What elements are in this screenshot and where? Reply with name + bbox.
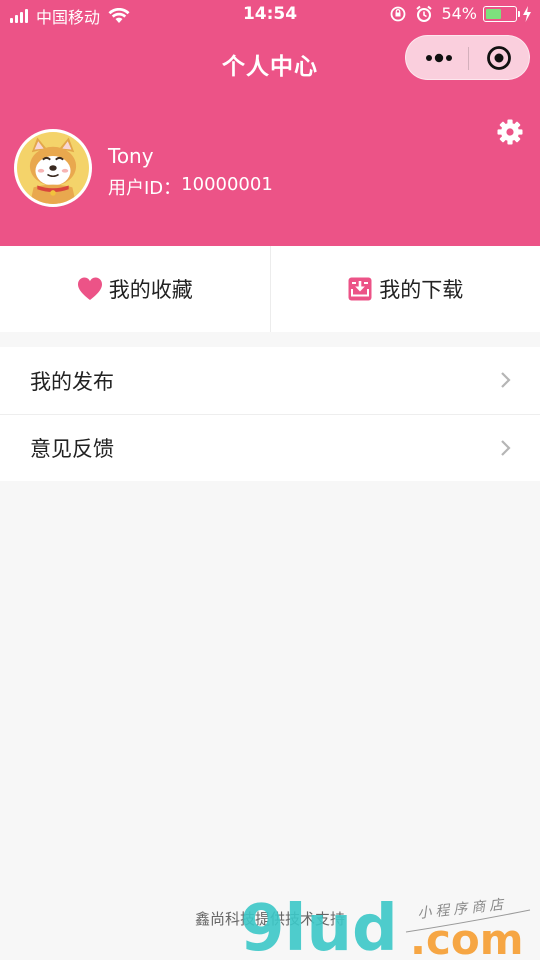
user-id: 用户ID： 10000001 (108, 174, 273, 200)
menu-item-label: 我的发布 (30, 369, 114, 394)
shiba-dog-avatar (17, 132, 89, 204)
menu-list: 我的发布 意见反馈 (0, 347, 540, 481)
more-dots-icon[interactable] (424, 48, 454, 68)
download-icon (348, 277, 372, 301)
battery-level (486, 8, 502, 19)
menu-item-my-posts[interactable]: 我的发布 (0, 347, 540, 414)
charging-icon (523, 5, 531, 22)
orientation-lock-icon (391, 6, 406, 21)
my-downloads-label: 我的下载 (379, 278, 464, 302)
my-favorites-label: 我的收藏 (108, 278, 193, 302)
menu-item-label: 意见反馈 (30, 437, 114, 461)
quick-actions: 我的收藏 我的下载 (0, 246, 540, 332)
gear-icon[interactable] (497, 119, 523, 145)
capsule-divider (468, 47, 469, 70)
target-circle-icon[interactable] (486, 45, 512, 71)
username: Tony (108, 144, 154, 168)
profile-header: 中国移动 14:54 54% 个人中心 Tony 用户ID： 10000001 (0, 0, 540, 246)
user-id-value: 10000001 (181, 174, 273, 195)
battery-percent: 54% (441, 4, 477, 23)
my-favorites-button[interactable]: 我的收藏 (0, 246, 270, 332)
chevron-right-icon (501, 440, 511, 456)
my-downloads-button[interactable]: 我的下载 (269, 246, 540, 332)
avatar[interactable] (14, 129, 92, 207)
chevron-right-icon (501, 372, 511, 388)
alarm-icon (416, 5, 433, 22)
status-bar: 中国移动 14:54 54% (0, 0, 540, 30)
heart-icon (77, 277, 102, 300)
watermark-logo: 9lud .com 小程序商店 (240, 892, 531, 960)
mini-program-capsule (405, 35, 530, 80)
menu-item-feedback[interactable]: 意见反馈 (0, 414, 540, 481)
battery-icon (483, 5, 520, 22)
watermark-logo-text: 9lud (240, 892, 398, 960)
user-id-label: 用户ID： (108, 178, 182, 199)
status-right: 54% (389, 4, 532, 23)
